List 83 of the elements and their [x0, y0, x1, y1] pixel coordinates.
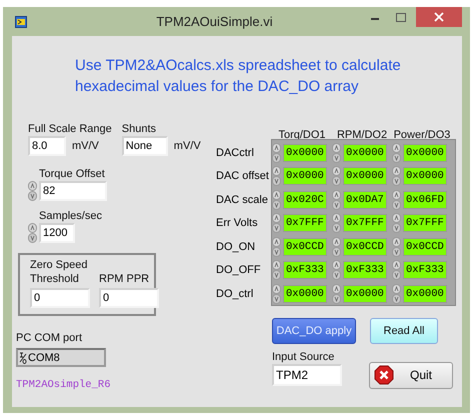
close-icon — [434, 12, 444, 22]
quit-button[interactable]: Quit — [369, 362, 453, 388]
spinner-icon[interactable] — [392, 260, 401, 280]
field-label: RPM PPR — [99, 272, 150, 286]
hex-value-field[interactable]: 0x0000 — [283, 144, 327, 162]
spinner-icon[interactable] — [392, 142, 401, 163]
hex-value-field[interactable]: 0x0000 — [403, 284, 447, 303]
io-icon — [19, 352, 27, 364]
spinner-icon[interactable] — [332, 284, 341, 304]
input-field[interactable]: 82 — [39, 181, 107, 201]
spinner-icon[interactable] — [332, 236, 341, 257]
input-field[interactable]: 8.0 — [28, 136, 66, 156]
hex-value-field[interactable]: 0xF333 — [403, 261, 447, 280]
instruction-text: Use TPM2&AOcalcs.xls spreadsheet to calculate hexadecimal values for the DAC_DO array — [75, 56, 402, 97]
hex-value-field[interactable]: 0x0CCD — [283, 238, 327, 256]
spinner-icon[interactable] — [272, 260, 281, 280]
hex-value-field[interactable]: 0x020C — [283, 190, 327, 209]
version-label: TPM2AOsimple_R6 — [16, 379, 112, 391]
row-label: DO_ctrl — [216, 288, 254, 300]
spinner-icon[interactable] — [272, 236, 281, 257]
spinner-icon[interactable] — [272, 190, 281, 210]
hex-value-field[interactable]: 0x7FFF — [283, 214, 327, 232]
hex-value-field[interactable]: 0xF333 — [283, 261, 327, 280]
hex-value-field[interactable]: 0x0000 — [403, 167, 447, 186]
unit-label: mV/V — [174, 139, 201, 153]
spinner-icon[interactable] — [332, 190, 341, 210]
hex-value-field[interactable]: 0x0000 — [283, 167, 327, 186]
window-title: TPM2AOuiSimple.vi — [155, 14, 274, 29]
read-all-button[interactable]: Read All — [370, 318, 438, 344]
hex-value-field[interactable]: 0x7FFF — [343, 214, 387, 232]
hex-value-field[interactable]: 0x0000 — [283, 284, 327, 303]
row-label: Err Volts — [216, 217, 259, 230]
column-header: RPM/DO2 — [336, 129, 388, 141]
hex-value-field[interactable]: 0x0000 — [343, 284, 387, 303]
hex-value-field[interactable]: 0x0000 — [343, 167, 387, 186]
column-header: Torq/DO1 — [277, 129, 327, 141]
row-label: DO_ON — [216, 240, 256, 253]
input-field[interactable]: 0 — [99, 288, 159, 308]
hex-value-field[interactable]: 0x0000 — [403, 144, 447, 162]
spinner-icon[interactable] — [332, 166, 341, 186]
column-header: Power/DO3 — [392, 129, 452, 141]
hex-value-field[interactable]: 0x0CCD — [403, 238, 447, 256]
input-field[interactable]: COM8 — [16, 348, 106, 367]
input-field[interactable]: 1200 — [39, 223, 75, 243]
spinner-icon[interactable] — [332, 142, 341, 163]
field-label: Torque Offset — [39, 167, 106, 181]
unit-label: mV/V — [72, 139, 99, 153]
hex-value-field[interactable]: 0x0DA7 — [343, 190, 387, 209]
hex-value-field[interactable]: 0x06FD — [403, 190, 447, 209]
spinner-icon[interactable] — [392, 190, 401, 210]
hex-value-field[interactable]: 0x0CCD — [343, 238, 387, 256]
field-label: Threshold — [30, 272, 80, 286]
spinner-icon[interactable] — [332, 213, 341, 234]
row-label: DO_OFF — [216, 264, 262, 276]
spinner-icon[interactable] — [272, 142, 281, 163]
input-field[interactable]: 0 — [30, 288, 90, 308]
input-field[interactable]: TPM2 — [272, 364, 342, 386]
spinner-icon[interactable] — [272, 213, 281, 234]
spinner-icon[interactable] — [28, 181, 37, 201]
field-label: Full Scale Range — [28, 122, 112, 136]
input-field[interactable]: None — [122, 136, 168, 156]
field-label: Input Source — [272, 350, 336, 364]
field-label: Shunts — [122, 122, 158, 136]
hex-value-field[interactable]: 0xF333 — [343, 261, 387, 280]
field-label: PC COM port — [16, 331, 84, 345]
spinner-icon[interactable] — [272, 166, 281, 186]
group-title: Zero Speed — [30, 258, 88, 272]
row-label: DAC offset — [216, 170, 270, 182]
spinner-icon[interactable] — [392, 236, 401, 257]
hex-value-field[interactable]: 0x0000 — [343, 144, 387, 162]
app-icon — [15, 16, 27, 28]
hex-value-field[interactable]: 0x7FFF — [403, 214, 447, 232]
field-label: Samples/sec — [39, 209, 103, 223]
spinner-icon[interactable] — [392, 166, 401, 186]
stop-icon — [374, 365, 394, 385]
spinner-icon[interactable] — [392, 284, 401, 304]
spinner-icon[interactable] — [272, 284, 281, 304]
row-label: DAC scale — [216, 194, 269, 206]
spinner-icon[interactable] — [28, 223, 37, 243]
close-button[interactable] — [416, 7, 462, 27]
row-label: DACctrl — [216, 146, 255, 159]
spinner-icon[interactable] — [392, 213, 401, 234]
spinner-icon[interactable] — [332, 260, 341, 280]
